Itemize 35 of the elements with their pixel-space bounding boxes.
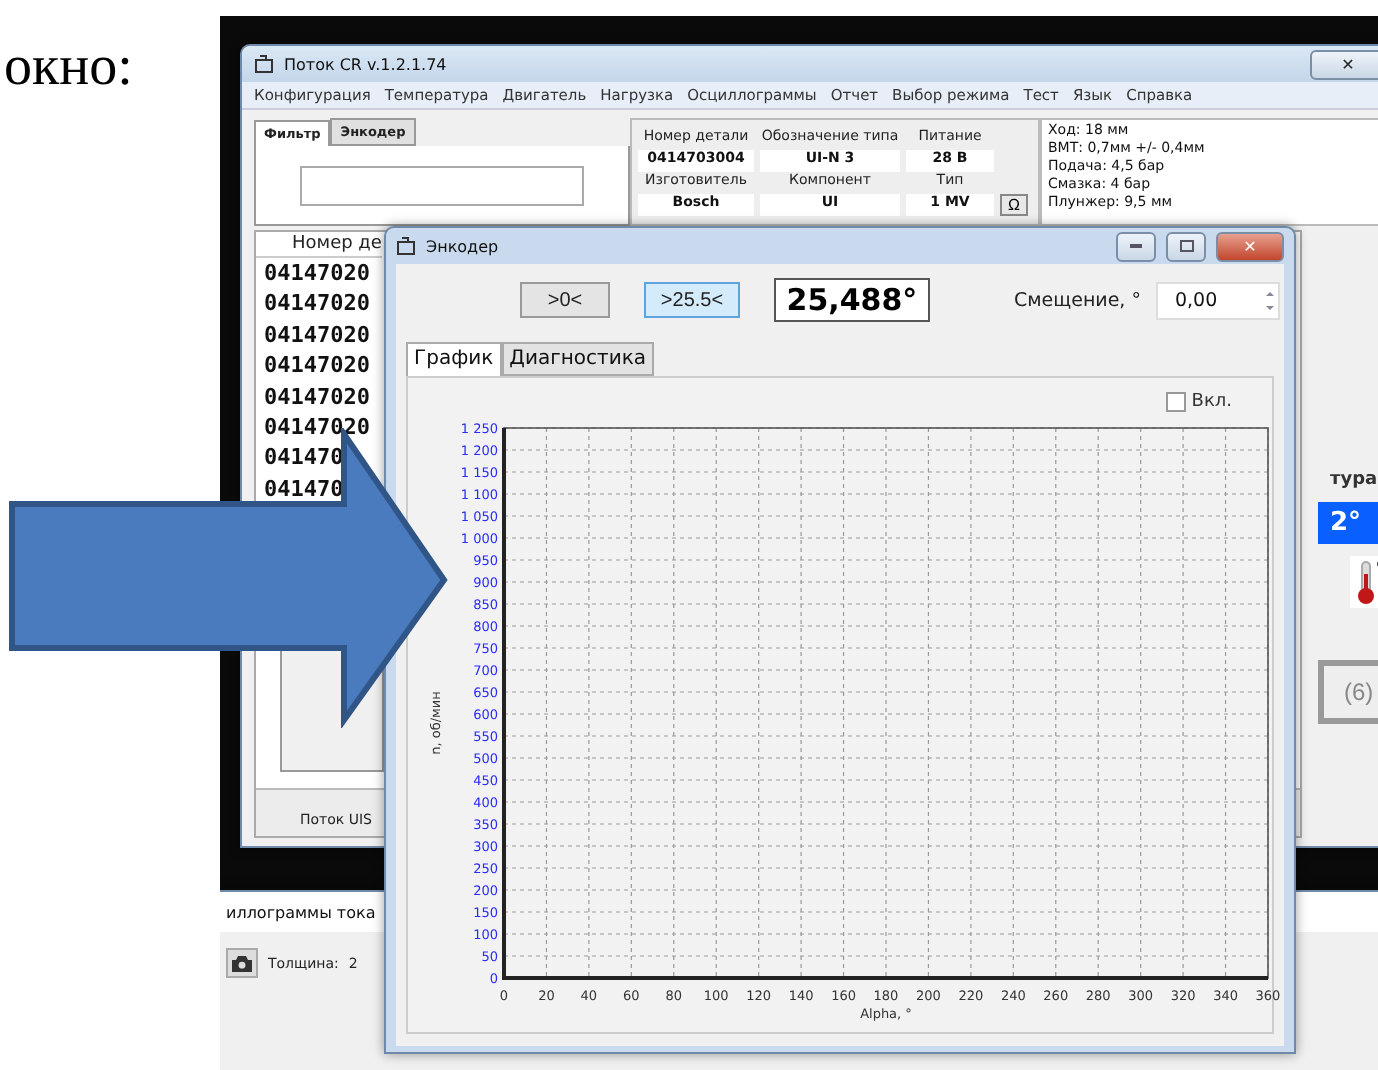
minimize-button[interactable] (1116, 231, 1156, 261)
window-title: Энкодер (426, 237, 499, 255)
preset-button[interactable]: >25.5< (644, 282, 740, 318)
caption-text: окно: (2, 34, 135, 100)
window-title: Поток CR v.1.2.1.74 (284, 55, 447, 73)
offset-label: Смещение, ° (1014, 289, 1141, 311)
minimize-icon (1130, 244, 1142, 248)
list-row[interactable]: 04147020 (264, 319, 370, 351)
list-row[interactable]: 041470 (264, 473, 344, 505)
list-row[interactable]: 04147020 (264, 350, 370, 382)
checkbox-label: Вкл. (1191, 392, 1232, 412)
temperature-label: тура (1328, 470, 1378, 490)
tab[interactable]: Диагностика (501, 342, 655, 376)
list-row[interactable]: 04147020 (264, 412, 370, 443)
column-header: Номер де (256, 232, 382, 258)
list-row[interactable]: 04147020 (264, 288, 370, 320)
list-row[interactable]: 041470 (264, 442, 344, 474)
list-row[interactable]: 04147020 (264, 381, 370, 413)
window-icon (254, 54, 274, 74)
angle-display: 25,488° (774, 278, 930, 322)
window-icon (396, 236, 416, 256)
offset-spinbox[interactable]: 0,00 (1156, 281, 1281, 319)
maximize-button[interactable] (1166, 231, 1206, 261)
temperature-value: 2° (1318, 502, 1378, 544)
ohm-button[interactable]: Ω (1000, 194, 1028, 216)
close-button[interactable]: ✕ (1310, 49, 1378, 79)
maximize-icon (1179, 240, 1193, 252)
tab[interactable]: График (406, 342, 502, 376)
preset-button[interactable]: >0< (520, 282, 610, 318)
enable-checkbox[interactable] (1165, 392, 1186, 412)
window-title: иллограммы тока (226, 903, 376, 921)
list-row[interactable]: 04147020 (264, 258, 370, 289)
camera-button[interactable] (226, 948, 258, 978)
camera-icon (232, 955, 252, 971)
filter-field[interactable] (300, 165, 584, 205)
